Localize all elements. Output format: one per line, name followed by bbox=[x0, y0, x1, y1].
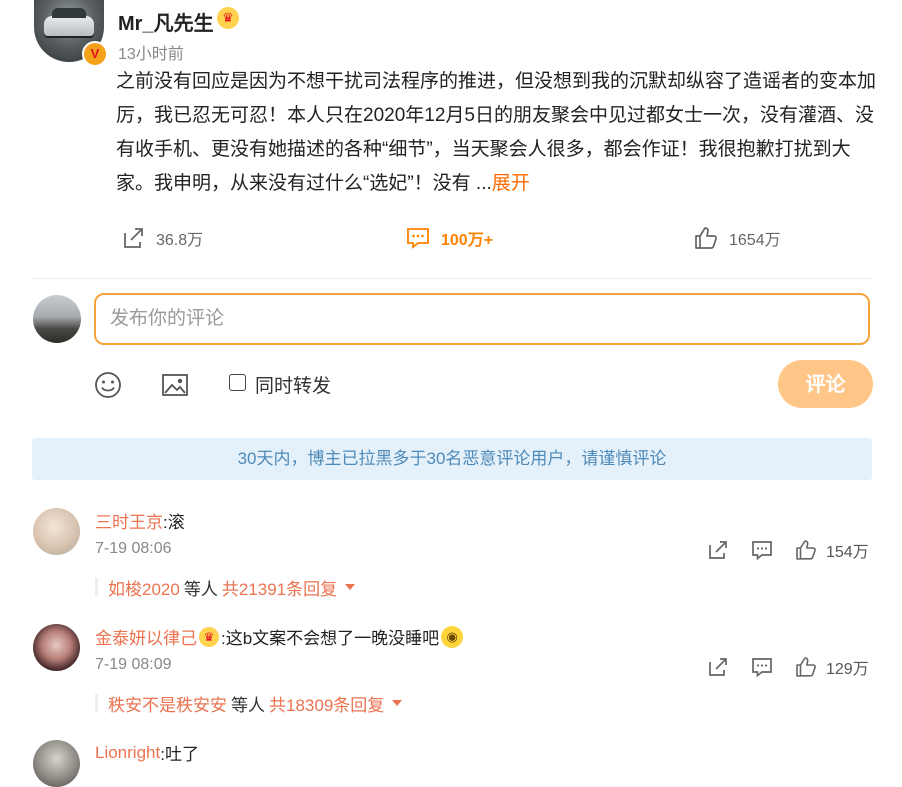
comment-like-count: 129万 bbox=[826, 661, 869, 678]
share-button[interactable]: 36.8万 bbox=[120, 224, 203, 252]
submit-comment-button[interactable]: 评论 bbox=[778, 360, 873, 408]
comment-like-count: 154万 bbox=[826, 544, 869, 561]
emoji-icon[interactable] bbox=[93, 370, 123, 400]
comment-text: :吐了 bbox=[160, 745, 199, 764]
reply-bar-line bbox=[95, 578, 98, 596]
post-time[interactable]: 13小时前 bbox=[118, 40, 184, 64]
comment-input[interactable] bbox=[94, 293, 870, 345]
verified-badge-icon: V bbox=[82, 41, 108, 67]
comment-icon[interactable] bbox=[750, 655, 774, 679]
current-user-avatar bbox=[33, 295, 81, 343]
share-icon bbox=[124, 228, 143, 248]
expand-link[interactable]: 展开 bbox=[492, 173, 530, 194]
thumbs-up-icon bbox=[695, 227, 717, 249]
reply-summary[interactable]: 秩安不是秩安安 等人 共18309条回复 bbox=[95, 691, 403, 716]
author-name[interactable]: Mr_凡先生 bbox=[118, 7, 214, 36]
like-count: 1654万 bbox=[729, 232, 781, 249]
comment-button[interactable]: 100万+ bbox=[405, 224, 493, 252]
share-count: 36.8万 bbox=[156, 232, 204, 249]
divider bbox=[32, 278, 872, 279]
comment-username[interactable]: 金泰妍以律己 bbox=[95, 624, 197, 649]
flushed-emoji-icon: ◉ bbox=[441, 625, 464, 648]
comment-time: 7-19 08:09 bbox=[95, 656, 172, 673]
share-icon[interactable] bbox=[706, 538, 730, 562]
comment-username[interactable]: Lionright bbox=[95, 743, 160, 763]
comment-username[interactable]: 三时王京 bbox=[95, 508, 163, 533]
image-icon[interactable] bbox=[160, 370, 190, 400]
commenter-avatar[interactable] bbox=[33, 740, 80, 787]
comment-line: 三时王京 :滚 bbox=[95, 508, 185, 533]
commenter-avatar[interactable] bbox=[33, 624, 80, 671]
comment-line: Lionright :吐了 bbox=[95, 740, 199, 765]
repost-label[interactable]: 同时转发 bbox=[255, 371, 331, 398]
chevron-down-icon[interactable] bbox=[392, 700, 403, 706]
comment-count: 100万+ bbox=[441, 232, 494, 249]
reply-summary[interactable]: 如梭2020 等人 共21391条回复 bbox=[95, 575, 356, 600]
thumbs-up-icon bbox=[796, 540, 816, 560]
commenter-avatar[interactable] bbox=[33, 508, 80, 555]
like-button[interactable]: 1654万 bbox=[693, 224, 781, 252]
reply-user[interactable]: 秩安不是秩安安 bbox=[108, 691, 227, 716]
crown-icon: ♛ bbox=[199, 626, 219, 647]
chevron-down-icon[interactable] bbox=[345, 584, 356, 590]
post-text: 之前没有回应是因为不想干扰司法程序的推进，但没想到我的沉默却纵容了造谣者的变本加… bbox=[116, 65, 876, 201]
comment-time: 7-19 08:06 bbox=[95, 540, 172, 557]
comment-like-button[interactable]: 154万 bbox=[794, 538, 869, 562]
share-icon[interactable] bbox=[706, 655, 730, 679]
notice-banner: 30天内，博主已拉黑多于30名恶意评论用户，请谨慎评论 bbox=[32, 438, 872, 480]
comment-text: :滚 bbox=[163, 513, 185, 532]
crown-icon: ♛ bbox=[217, 7, 239, 29]
reply-total[interactable]: 共21391条回复 bbox=[222, 575, 337, 600]
comment-like-button[interactable]: 129万 bbox=[794, 655, 869, 679]
repost-checkbox[interactable] bbox=[229, 374, 246, 391]
reply-bar-line bbox=[95, 694, 98, 712]
comment-actions: 129万 bbox=[706, 655, 869, 679]
comment-line: 金泰妍以律己 ♛ :这b文案不会想了一晚没睡吧 ◉ bbox=[95, 624, 464, 649]
comment-actions: 154万 bbox=[706, 538, 869, 562]
reply-mid-text: 等人 bbox=[183, 579, 218, 599]
reply-user[interactable]: 如梭2020 bbox=[108, 575, 180, 600]
thumbs-up-icon bbox=[796, 657, 816, 677]
comment-text: :这b文案不会想了一晚没睡吧 bbox=[221, 629, 440, 648]
comment-icon[interactable] bbox=[750, 538, 774, 562]
comment-icon bbox=[407, 228, 429, 249]
reply-mid-text: 等人 bbox=[231, 695, 265, 715]
reply-total[interactable]: 共18309条回复 bbox=[269, 691, 384, 716]
